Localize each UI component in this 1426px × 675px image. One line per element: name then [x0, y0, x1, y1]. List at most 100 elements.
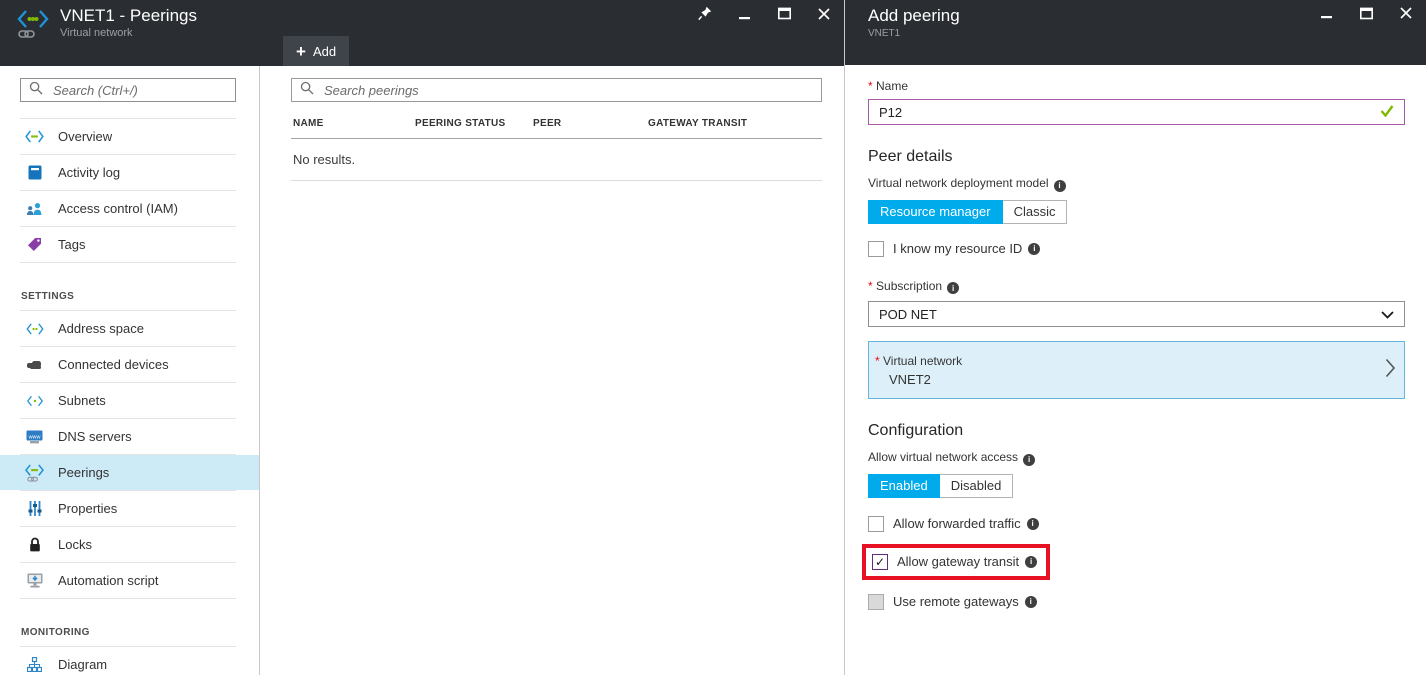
sidebar-item-peerings[interactable]: Peerings: [0, 455, 259, 490]
name-input[interactable]: P12: [868, 99, 1405, 125]
deployment-model-label: Virtual network deployment modeli: [868, 176, 1405, 192]
sidebar-item-label: DNS servers: [58, 429, 132, 444]
azure-portal: VNET1 - Peerings Virtual network: [0, 0, 1426, 675]
allow-gateway-transit-checkbox[interactable]: ✓: [872, 554, 888, 570]
peer-details-heading: Peer details: [868, 148, 1405, 166]
column-peer: PEER: [533, 118, 648, 129]
deployment-model-toggle: Resource manager Classic: [868, 200, 1067, 224]
peerings-icon: [25, 464, 44, 482]
subscription-select[interactable]: POD NET: [868, 301, 1405, 327]
use-remote-gateways-row[interactable]: Use remote gateways i: [868, 594, 1405, 610]
diagram-icon: [25, 657, 44, 672]
add-peering-button[interactable]: + Add: [283, 36, 349, 66]
maximize-icon[interactable]: [1360, 7, 1373, 20]
virtual-network-value: VNET2: [875, 372, 1385, 387]
info-icon[interactable]: i: [1023, 454, 1035, 466]
dns-servers-icon: www: [25, 430, 44, 444]
sidebar-item-label: Access control (IAM): [58, 201, 178, 216]
overview-icon: [25, 130, 44, 143]
sidebar-item-dns-servers[interactable]: www DNS servers: [0, 419, 259, 454]
chevron-right-icon: [1385, 358, 1396, 383]
search-icon: [29, 81, 43, 100]
add-button-label: Add: [313, 44, 336, 59]
minimize-icon[interactable]: [739, 7, 751, 21]
sidebar-item-label: Properties: [58, 501, 117, 516]
sidebar-item-properties[interactable]: Properties: [0, 491, 259, 526]
name-input-value: P12: [879, 105, 902, 120]
info-icon[interactable]: i: [1054, 180, 1066, 192]
column-gateway-transit: GATEWAY TRANSIT: [648, 118, 822, 129]
sidebar-item-label: Automation script: [58, 573, 158, 588]
close-icon[interactable]: [818, 8, 830, 20]
close-icon[interactable]: [1400, 7, 1412, 19]
allow-gateway-transit-row[interactable]: ✓ Allow gateway transit i: [872, 554, 1037, 570]
properties-icon: [25, 501, 44, 516]
sidebar-item-label: Connected devices: [58, 357, 169, 372]
sidebar-item-subnets[interactable]: Subnets: [0, 383, 259, 418]
resource-id-checkbox[interactable]: [868, 241, 884, 257]
minimize-icon[interactable]: [1321, 6, 1333, 20]
empty-results-text: No results.: [293, 152, 844, 167]
subscription-value: POD NET: [879, 307, 937, 322]
toggle-option-classic[interactable]: Classic: [1003, 200, 1068, 224]
maximize-icon[interactable]: [778, 7, 791, 20]
sidebar-item-locks[interactable]: Locks: [0, 527, 259, 562]
peerings-search-box[interactable]: [291, 78, 822, 102]
column-name: NAME: [293, 118, 415, 129]
info-icon[interactable]: i: [947, 282, 959, 294]
sidebar-item-address-space[interactable]: Address space: [0, 311, 259, 346]
sidebar-item-automation-script[interactable]: Automation script: [0, 563, 259, 598]
peerings-blade: VNET1 - Peerings Virtual network: [0, 0, 845, 675]
blade-subtitle: Virtual network: [60, 27, 197, 39]
allow-access-toggle: Enabled Disabled: [868, 474, 1013, 498]
access-control-icon: [25, 202, 44, 216]
toggle-option-resource-manager[interactable]: Resource manager: [868, 200, 1003, 224]
sidebar-item-label: Locks: [58, 537, 92, 552]
sidebar-item-label: Overview: [58, 129, 112, 144]
sidebar-item-overview[interactable]: Overview: [0, 119, 259, 154]
add-peering-form: Name P12 Peer details Virtual network de…: [845, 65, 1426, 675]
activity-log-icon: [25, 165, 44, 180]
allow-forwarded-traffic-row[interactable]: Allow forwarded traffic i: [868, 516, 1405, 532]
toggle-option-disabled[interactable]: Disabled: [940, 474, 1014, 498]
subscription-label: Subscriptioni: [868, 279, 1405, 295]
info-icon[interactable]: i: [1025, 556, 1037, 568]
configuration-heading: Configuration: [868, 422, 1405, 440]
sidebar-item-connected-devices[interactable]: Connected devices: [0, 347, 259, 382]
sidebar-item-access-control[interactable]: Access control (IAM): [0, 191, 259, 226]
virtual-network-icon: [16, 8, 50, 45]
menu-search-input[interactable]: [51, 82, 227, 99]
sidebar-item-diagram[interactable]: Diagram: [0, 647, 259, 675]
peerings-blade-header: VNET1 - Peerings Virtual network: [0, 0, 844, 66]
pin-icon[interactable]: [698, 6, 712, 21]
tag-icon: [25, 237, 44, 252]
add-peering-blade: Add peering VNET1 Name P12: [845, 0, 1426, 675]
valid-check-icon: [1380, 105, 1394, 120]
sidebar-item-label: Activity log: [58, 165, 120, 180]
info-icon[interactable]: i: [1027, 518, 1039, 530]
info-icon[interactable]: i: [1028, 243, 1040, 255]
section-settings: SETTINGS: [0, 276, 259, 310]
resource-id-checkbox-row[interactable]: I know my resource ID i: [868, 241, 1405, 257]
use-remote-gateways-checkbox[interactable]: [868, 594, 884, 610]
allow-access-label: Allow virtual network accessi: [868, 450, 1405, 466]
info-icon[interactable]: i: [1025, 596, 1037, 608]
address-space-icon: [25, 323, 44, 335]
use-remote-gateways-label: Use remote gateways: [893, 594, 1019, 609]
toggle-option-enabled[interactable]: Enabled: [868, 474, 940, 498]
resource-id-checkbox-label: I know my resource ID: [893, 241, 1022, 256]
sidebar-item-activity-log[interactable]: Activity log: [0, 155, 259, 190]
menu-search-box[interactable]: [20, 78, 236, 102]
resource-menu: Overview Activity log Access control (IA…: [0, 66, 260, 675]
virtual-network-picker[interactable]: Virtual network VNET2: [868, 341, 1405, 399]
allow-forwarded-traffic-label: Allow forwarded traffic: [893, 516, 1021, 531]
blade-title: VNET1 - Peerings: [60, 6, 197, 26]
sidebar-item-label: Tags: [58, 237, 85, 252]
plus-icon: +: [296, 43, 306, 60]
sidebar-item-label: Peerings: [58, 465, 109, 480]
peerings-list-pane: NAME PEERING STATUS PEER GATEWAY TRANSIT…: [260, 66, 844, 675]
allow-forwarded-traffic-checkbox[interactable]: [868, 516, 884, 532]
sidebar-item-label: Address space: [58, 321, 144, 336]
sidebar-item-tags[interactable]: Tags: [0, 227, 259, 262]
peerings-search-input[interactable]: [322, 82, 813, 99]
